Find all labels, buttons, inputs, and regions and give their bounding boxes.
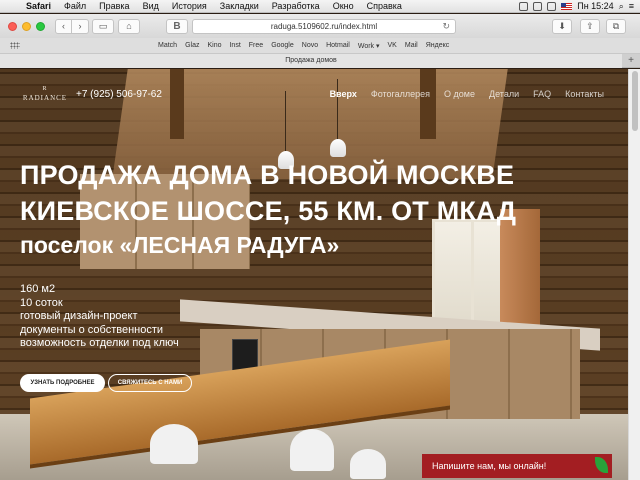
scrollbar-thumb[interactable]: [632, 71, 638, 131]
share-button[interactable]: ⇪: [580, 18, 600, 34]
download-icon: ⬇: [558, 20, 566, 31]
menu-bookmarks[interactable]: Закладки: [214, 1, 266, 11]
tabs-icon: ⧉: [612, 20, 620, 31]
download-button[interactable]: ⬇: [552, 18, 572, 34]
contact-us-button[interactable]: СВЯЖИТЕСЬ С НАМИ: [108, 374, 192, 392]
status-icon[interactable]: [519, 1, 529, 11]
input-source-flag-icon[interactable]: [561, 2, 573, 10]
menu-help[interactable]: Справка: [361, 1, 409, 11]
forward-button[interactable]: ›: [72, 18, 89, 34]
fullscreen-window-button[interactable]: [36, 21, 45, 31]
hero-headline: ПРОДАЖА ДОМА В НОВОЙ МОСКВЕ КИЕВСКОЕ ШОС…: [20, 157, 516, 261]
favorites-list: Match Glaz Kino Inst Free Google Novo Ho…: [158, 42, 449, 50]
online-chat-widget[interactable]: Напишите нам, мы онлайн!: [422, 454, 612, 478]
show-all-bookmarks-icon[interactable]: [10, 42, 20, 49]
fact-item: 160 м2: [20, 283, 56, 295]
close-window-button[interactable]: [8, 21, 17, 31]
leaf-icon: [595, 457, 608, 473]
minimize-window-button[interactable]: [22, 21, 31, 31]
headline-line-1: ПРОДАЖА ДОМА В НОВОЙ МОСКВЕ: [20, 160, 515, 190]
site-logo[interactable]: R RADIANCE: [20, 85, 70, 103]
nav-details[interactable]: Детали: [489, 89, 519, 99]
sidebar-toggle-button[interactable]: ▭: [92, 18, 114, 34]
tab-bar: Продажа домов +: [0, 54, 640, 68]
fact-item: 10 соток: [20, 296, 63, 309]
nav-gallery[interactable]: Фотогаллерея: [371, 89, 430, 99]
back-button[interactable]: ‹: [55, 18, 72, 34]
list-icon[interactable]: ≡: [629, 1, 634, 11]
nav-faq[interactable]: FAQ: [533, 89, 551, 99]
tabs-overview-button[interactable]: ⧉: [606, 18, 626, 34]
menu-develop[interactable]: Разработка: [266, 1, 327, 11]
tab-active[interactable]: Продажа домов: [0, 54, 622, 68]
browser-toolbar: ‹ › ▭ ⌂ B raduga.5109602.ru/index.html ↻…: [0, 14, 640, 38]
battery-icon[interactable]: [547, 1, 557, 11]
home-icon: ⌂: [126, 21, 132, 31]
favorites-bar: Match Glaz Kino Inst Free Google Novo Ho…: [0, 38, 640, 54]
hero-background-photo: [0, 69, 628, 480]
menu-file[interactable]: Файл: [58, 1, 93, 11]
chat-widget-label: Напишите нам, мы онлайн!: [432, 461, 547, 471]
web-page: R RADIANCE +7 (925) 506-97-62 Вверх Фото…: [0, 69, 628, 480]
menu-safari[interactable]: Safari: [20, 1, 58, 11]
logo-mark: R: [42, 86, 48, 92]
logo-wordmark: RADIANCE: [22, 94, 68, 102]
favorite-item[interactable]: Free: [249, 42, 263, 50]
window-controls: [0, 21, 45, 31]
fact-item: документы о собственности: [20, 323, 164, 336]
search-icon[interactable]: ⌕: [619, 1, 624, 12]
fact-item: возможность отделки под ключ: [20, 337, 179, 349]
nav-about[interactable]: О доме: [444, 89, 475, 99]
favorite-item[interactable]: Яндекс: [426, 42, 450, 50]
nav-top[interactable]: Вверх: [330, 89, 357, 99]
favorite-item[interactable]: Match: [158, 42, 177, 50]
menu-edit[interactable]: Правка: [93, 1, 136, 11]
site-nav-menu: Вверх Фотогаллерея О доме Детали FAQ Кон…: [330, 89, 604, 99]
favorite-item[interactable]: Mail: [405, 42, 418, 50]
headline-line-2: КИЕВСКОЕ ШОССЕ, 55 КМ. ОТ МКАД: [20, 196, 517, 226]
phone-number[interactable]: +7 (925) 506-97-62: [76, 89, 162, 100]
learn-more-button[interactable]: УЗНАТЬ ПОДРОБНЕЕ: [20, 374, 105, 392]
bookmark-extension-button[interactable]: B: [166, 18, 188, 34]
menu-history[interactable]: История: [166, 1, 214, 11]
system-menubar: Safari Файл Правка Вид История Закладки …: [0, 0, 640, 13]
status-area: Пн 15:24 ⌕ ≡: [519, 1, 640, 12]
menu-view[interactable]: Вид: [137, 1, 166, 11]
favorite-item[interactable]: Kino: [207, 42, 221, 50]
page-scrollbar[interactable]: [628, 69, 640, 480]
sidebar-icon: ▭: [98, 20, 108, 31]
house-facts-list: 160 м2 10 соток готовый дизайн-проект до…: [20, 283, 179, 351]
system-clock[interactable]: Пн 15:24: [577, 1, 613, 11]
favorite-item[interactable]: VK: [388, 42, 397, 50]
headline-line-3: поселок «ЛЕСНАЯ РАДУГА»: [20, 232, 340, 258]
url-text: raduga.5109602.ru/index.html: [270, 21, 378, 31]
menu-window[interactable]: Окно: [327, 1, 361, 11]
favorite-item[interactable]: Hotmail: [326, 42, 350, 50]
favorite-item[interactable]: Glaz: [185, 42, 199, 50]
fact-item: готовый дизайн-проект: [20, 310, 138, 322]
nav-contacts[interactable]: Контакты: [565, 89, 604, 99]
favorite-item[interactable]: Google: [271, 42, 294, 50]
favorite-item[interactable]: Inst: [229, 42, 240, 50]
reload-icon[interactable]: ↻: [442, 21, 450, 32]
new-tab-button[interactable]: +: [624, 55, 638, 67]
share-icon: ⇪: [586, 20, 594, 31]
home-button[interactable]: ⌂: [118, 18, 140, 34]
favorite-item[interactable]: Novo: [302, 42, 318, 50]
favorite-item[interactable]: Work ▾: [358, 42, 380, 50]
history-nav: ‹ ›: [55, 18, 89, 34]
site-header: R RADIANCE +7 (925) 506-97-62 Вверх Фото…: [0, 85, 628, 105]
wifi-icon[interactable]: [533, 1, 543, 11]
address-bar[interactable]: raduga.5109602.ru/index.html ↻: [192, 18, 456, 34]
